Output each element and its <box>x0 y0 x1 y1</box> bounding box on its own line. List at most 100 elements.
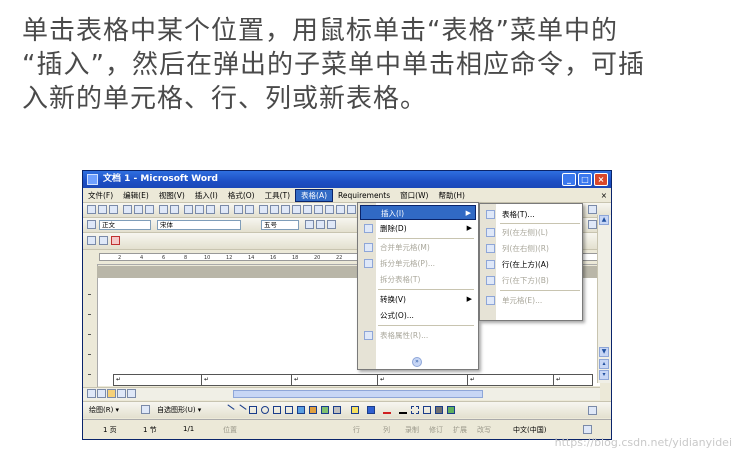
insert-column-left-item[interactable]: 列(在左侧)(L) <box>482 225 580 240</box>
menu-format[interactable]: 格式(O) <box>223 189 260 202</box>
table-cell[interactable]: ↵ <box>114 375 202 385</box>
status-record[interactable]: 录制 <box>405 425 419 435</box>
table-cell[interactable]: ↵ <box>468 375 554 385</box>
bold-icon[interactable] <box>305 220 314 229</box>
format-painter-icon[interactable] <box>220 205 229 214</box>
draw-menu[interactable]: 绘图(R) ▾ <box>89 405 119 415</box>
shadow-style-icon[interactable] <box>435 406 443 414</box>
italic-icon[interactable] <box>316 220 325 229</box>
expand-menu-icon[interactable]: » <box>412 357 422 367</box>
wordart-icon[interactable] <box>297 406 305 414</box>
autoshapes-menu[interactable]: 自选图形(U) ▾ <box>157 405 201 415</box>
table-menu-delete[interactable]: 删除(D) ▶ <box>360 221 476 236</box>
status-overtype[interactable]: 改写 <box>477 425 491 435</box>
spelling-icon[interactable] <box>159 205 168 214</box>
underline-icon[interactable] <box>327 220 336 229</box>
picture-icon[interactable] <box>333 406 341 414</box>
toolbar-options-icon[interactable] <box>588 406 597 415</box>
open-folder-icon[interactable] <box>98 205 107 214</box>
outline-view-icon[interactable] <box>117 389 126 398</box>
menu-view[interactable]: 视图(V) <box>154 189 190 202</box>
menu-table[interactable]: 表格(A) <box>295 189 334 202</box>
copy-icon[interactable] <box>195 205 204 214</box>
save-icon[interactable] <box>109 205 118 214</box>
insert-row-above-item[interactable]: 行(在上方)(A) <box>482 257 580 272</box>
pencil-icon[interactable] <box>347 205 356 214</box>
spelling-status-icon[interactable] <box>583 425 592 434</box>
table-menu-split-table[interactable]: 拆分表格(T) <box>360 272 476 287</box>
table-menu-properties[interactable]: 表格属性(R)... <box>360 328 476 343</box>
oval-icon[interactable] <box>261 406 269 414</box>
table-cell[interactable]: ↵ <box>378 375 468 385</box>
menu-edit[interactable]: 编辑(E) <box>118 189 154 202</box>
permission-icon[interactable] <box>123 205 132 214</box>
reading-view-icon[interactable] <box>127 389 136 398</box>
menu-file[interactable]: 文件(F) <box>83 189 118 202</box>
table-cell[interactable]: ↵ <box>202 375 292 385</box>
line-style-icon[interactable] <box>399 406 407 414</box>
scroll-thumb[interactable] <box>233 390 483 398</box>
menu-requirements[interactable]: Requirements <box>333 189 395 202</box>
line-icon[interactable] <box>223 404 235 416</box>
title-bar[interactable]: 文档 1 - Microsoft Word _ □ × <box>83 171 611 188</box>
redo-icon[interactable] <box>245 205 254 214</box>
menu-tools[interactable]: 工具(T) <box>260 189 295 202</box>
fill-color-icon[interactable] <box>351 406 359 414</box>
vertical-scrollbar[interactable]: ▲ ▼ ▴ ▾ <box>597 215 611 383</box>
scroll-up-icon[interactable]: ▲ <box>599 215 609 225</box>
table-menu-split-cells[interactable]: 拆分单元格(P)... <box>360 256 476 271</box>
no-entry-icon[interactable] <box>99 236 108 245</box>
vertical-text-box-icon[interactable] <box>285 406 293 414</box>
table-menu-formula[interactable]: 公式(O)... <box>360 308 476 323</box>
columns-icon[interactable] <box>303 205 312 214</box>
table-menu-insert[interactable]: 插入(I) ▶ <box>360 205 476 220</box>
font-size-combo[interactable]: 五号 <box>261 220 299 230</box>
show-hide-icon[interactable] <box>336 205 345 214</box>
3d-style-icon[interactable] <box>447 406 455 414</box>
vertical-ruler[interactable] <box>83 264 98 389</box>
toolbar-options-icon[interactable] <box>588 220 597 229</box>
status-extend[interactable]: 扩展 <box>453 425 467 435</box>
arrow-style-icon[interactable] <box>423 406 431 414</box>
menu-insert[interactable]: 插入(I) <box>190 189 223 202</box>
diagram-icon[interactable] <box>309 406 317 414</box>
print-preview-icon[interactable] <box>145 205 154 214</box>
insert-table-icon[interactable] <box>281 205 290 214</box>
menu-window[interactable]: 窗口(W) <box>395 189 433 202</box>
undo-icon[interactable] <box>234 205 243 214</box>
web-view-icon[interactable] <box>97 389 106 398</box>
text-box-icon[interactable] <box>273 406 281 414</box>
insert-table-item[interactable]: 表格(T)... <box>482 207 580 222</box>
table-cell[interactable]: ↵ <box>554 375 592 385</box>
tables-borders-icon[interactable] <box>270 205 279 214</box>
style-combo[interactable]: 正文 <box>99 220 151 230</box>
cut-icon[interactable] <box>184 205 193 214</box>
insert-excel-icon[interactable] <box>292 205 301 214</box>
eraser-icon[interactable] <box>111 236 120 245</box>
new-document-icon[interactable] <box>87 205 96 214</box>
insert-row-below-item[interactable]: 行(在下方)(B) <box>482 273 580 288</box>
dash-style-icon[interactable] <box>411 406 419 414</box>
status-track[interactable]: 修订 <box>429 425 443 435</box>
hyperlink-icon[interactable] <box>259 205 268 214</box>
normal-view-icon[interactable] <box>87 389 96 398</box>
rectangle-icon[interactable] <box>249 406 257 414</box>
table-menu-merge-cells[interactable]: 合并单元格(M) <box>360 240 476 255</box>
maximize-button[interactable]: □ <box>578 173 592 186</box>
drawing-icon[interactable] <box>314 205 323 214</box>
clip-art-icon[interactable] <box>321 406 329 414</box>
horizontal-scrollbar[interactable] <box>83 387 600 400</box>
insert-cells-item[interactable]: 单元格(E)... <box>482 293 580 308</box>
line-color-icon[interactable] <box>367 406 375 414</box>
select-objects-icon[interactable] <box>141 405 150 414</box>
print-icon[interactable] <box>134 205 143 214</box>
document-map-icon[interactable] <box>325 205 334 214</box>
font-color-icon[interactable] <box>383 406 391 414</box>
print-layout-icon[interactable] <box>107 389 116 398</box>
document-close-icon[interactable]: × <box>601 189 607 202</box>
next-page-icon[interactable]: ▾ <box>599 370 609 380</box>
scroll-down-icon[interactable]: ▼ <box>599 347 609 357</box>
table-menu-convert[interactable]: 转换(V) ▶ <box>360 292 476 307</box>
document-table[interactable]: ↵ ↵ ↵ ↵ ↵ ↵ <box>113 374 593 386</box>
insert-column-right-item[interactable]: 列(在右侧)(R) <box>482 241 580 256</box>
